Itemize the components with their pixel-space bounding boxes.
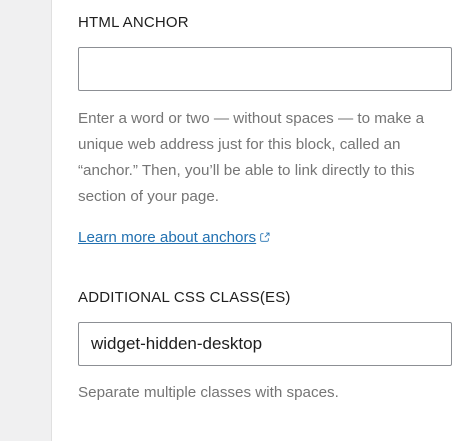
- additional-css-class-help: Separate multiple classes with spaces.: [78, 384, 339, 401]
- additional-css-class-input[interactable]: [78, 322, 452, 366]
- additional-css-class-label: ADDITIONAL CSS CLASS(ES): [78, 289, 291, 306]
- learn-more-anchors-link[interactable]: Learn more about anchors: [78, 227, 271, 249]
- editor-gutter: [0, 0, 52, 441]
- external-link-icon: [260, 232, 270, 242]
- html-anchor-input[interactable]: [78, 47, 452, 91]
- learn-more-anchors-label: Learn more about anchors: [78, 229, 257, 246]
- html-anchor-label: HTML ANCHOR: [78, 14, 189, 31]
- html-anchor-help: Enter a word or two — without spaces — t…: [78, 110, 425, 205]
